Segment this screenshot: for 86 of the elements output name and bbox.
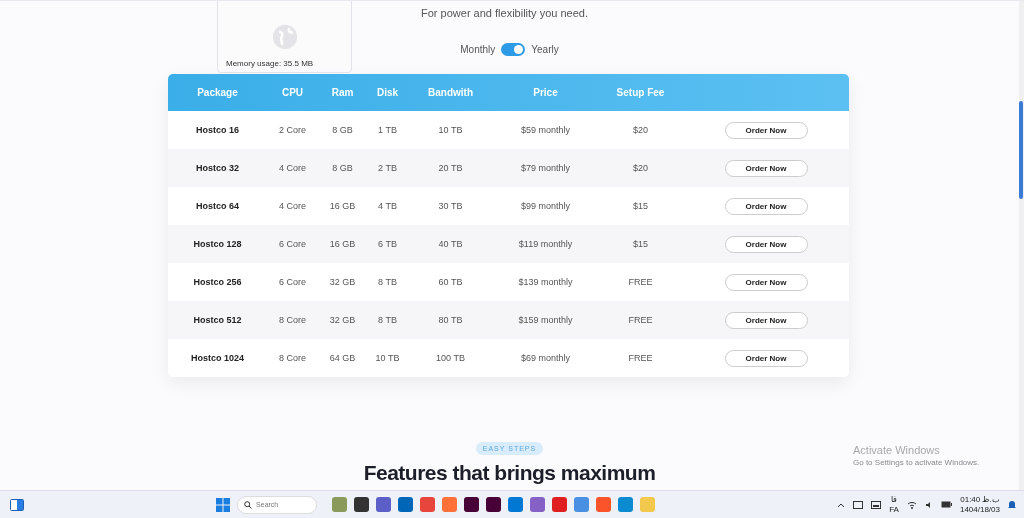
- table-cell-text: 10 TB: [374, 353, 401, 363]
- table-cell-text: 2 Core: [278, 125, 307, 135]
- column-header: Disk: [375, 87, 400, 98]
- globe-icon: [271, 24, 298, 50]
- activation-subtitle: Go to Settings to activate Windows.: [853, 458, 980, 467]
- wifi-icon[interactable]: [906, 500, 917, 509]
- table-cell-text: Hostco 1024: [190, 353, 245, 363]
- column-header: Setup Fee: [615, 87, 666, 98]
- billing-toggle[interactable]: [501, 43, 526, 56]
- table-cell-text: $69 monthly: [520, 353, 571, 363]
- table-cell-text: $99 monthly: [520, 201, 571, 211]
- table-cell-text: 64 GB: [328, 353, 357, 363]
- table-cell-text: 8 Core: [278, 315, 307, 325]
- activation-title: Activate Windows: [853, 444, 941, 456]
- table-cell-text: 8 Core: [278, 353, 307, 363]
- memory-usage-text: Memory usage: 35.5 MB: [226, 59, 314, 68]
- table-cell-text: 1 TB: [377, 125, 398, 135]
- table-cell-text: $139 monthly: [517, 277, 574, 287]
- chevron-up-icon[interactable]: [837, 501, 846, 508]
- table-cell-text: Hostco 64: [195, 201, 240, 211]
- bell-icon[interactable]: [1008, 499, 1016, 510]
- table-cell-text: 6 TB: [377, 239, 398, 249]
- table-cell-text: 60 TB: [437, 277, 464, 287]
- monthly-label: Monthly: [460, 44, 496, 55]
- table-cell-text: FREE: [627, 277, 654, 287]
- table-cell-text: Hostco 512: [192, 315, 243, 325]
- search-icon: [244, 500, 253, 509]
- clock-time[interactable]: 01:40 ب.ظ: [960, 495, 1000, 505]
- table-cell-text: 80 TB: [437, 315, 464, 325]
- order-now-button[interactable]: Order Now: [724, 273, 808, 291]
- widgets-icon[interactable]: [10, 498, 24, 511]
- table-cell-text: 30 TB: [437, 201, 464, 211]
- table-cell-text: Hostco 16: [195, 125, 240, 135]
- yearly-label: Yearly: [531, 44, 559, 55]
- table-cell-text: 10 TB: [437, 125, 464, 135]
- order-now-button[interactable]: Order Now: [724, 235, 808, 253]
- table-cell-text: 8 GB: [331, 163, 354, 173]
- table-cell-text: FREE: [627, 315, 654, 325]
- speaker-icon[interactable]: [924, 500, 933, 509]
- table-cell-text: $59 monthly: [520, 125, 571, 135]
- order-now-button[interactable]: Order Now: [724, 197, 808, 215]
- monitor-icon[interactable]: [871, 500, 882, 509]
- table-cell-text: Hostco 32: [195, 163, 240, 173]
- order-now-button[interactable]: Order Now: [724, 349, 808, 367]
- table-cell-text: $79 monthly: [520, 163, 571, 173]
- table-cell-text: 16 GB: [328, 201, 357, 211]
- language-script[interactable]: فا: [891, 495, 898, 505]
- section-title: Features that brings maximum: [363, 461, 656, 485]
- table-cell-text: Hostco 128: [192, 239, 243, 249]
- table-cell-text: Hostco 256: [192, 277, 243, 287]
- subtitle: For power and flexibility you need.: [421, 7, 588, 19]
- start-icon[interactable]: [216, 497, 231, 512]
- battery-icon[interactable]: [940, 501, 952, 508]
- order-now-button[interactable]: Order Now: [724, 121, 808, 139]
- table-cell-text: $15: [632, 201, 649, 211]
- table-cell-text: 6 Core: [278, 239, 307, 249]
- table-cell-text: 6 Core: [278, 277, 307, 287]
- table-cell-text: 16 GB: [328, 239, 357, 249]
- table-cell-text: $15: [632, 239, 649, 249]
- table-cell-text: 8 TB: [377, 277, 398, 287]
- column-header: Package: [196, 87, 239, 98]
- table-cell-text: 32 GB: [328, 315, 357, 325]
- table-cell-text: 20 TB: [437, 163, 464, 173]
- table-cell-text: $159 monthly: [517, 315, 574, 325]
- table-cell-text: $20: [632, 125, 649, 135]
- table-cell-text: 40 TB: [437, 239, 464, 249]
- table-cell-text: $20: [632, 163, 649, 173]
- table-cell-text: 4 Core: [278, 163, 307, 173]
- table-cell-text: 8 GB: [331, 125, 354, 135]
- column-header: CPU: [280, 87, 305, 98]
- table-cell-text: 4 Core: [278, 201, 307, 211]
- monitor-icon[interactable]: [853, 500, 864, 509]
- table-cell-text: 100 TB: [435, 353, 466, 363]
- table-cell-text: 2 TB: [377, 163, 398, 173]
- column-header: Bandwith: [427, 87, 474, 98]
- table-cell-text: 8 TB: [377, 315, 398, 325]
- column-header: Price: [532, 87, 559, 98]
- table-cell-text: $119 monthly: [517, 239, 574, 249]
- clock-date[interactable]: 1404/18/03: [959, 504, 1000, 514]
- table-cell-text: FREE: [627, 353, 654, 363]
- language-indicator[interactable]: FA: [889, 504, 899, 514]
- column-header: Ram: [330, 87, 355, 98]
- table-cell-text: 4 TB: [377, 201, 398, 211]
- order-now-button[interactable]: Order Now: [724, 311, 808, 329]
- table-cell-text: 32 GB: [328, 277, 357, 287]
- order-now-button[interactable]: Order Now: [724, 159, 808, 177]
